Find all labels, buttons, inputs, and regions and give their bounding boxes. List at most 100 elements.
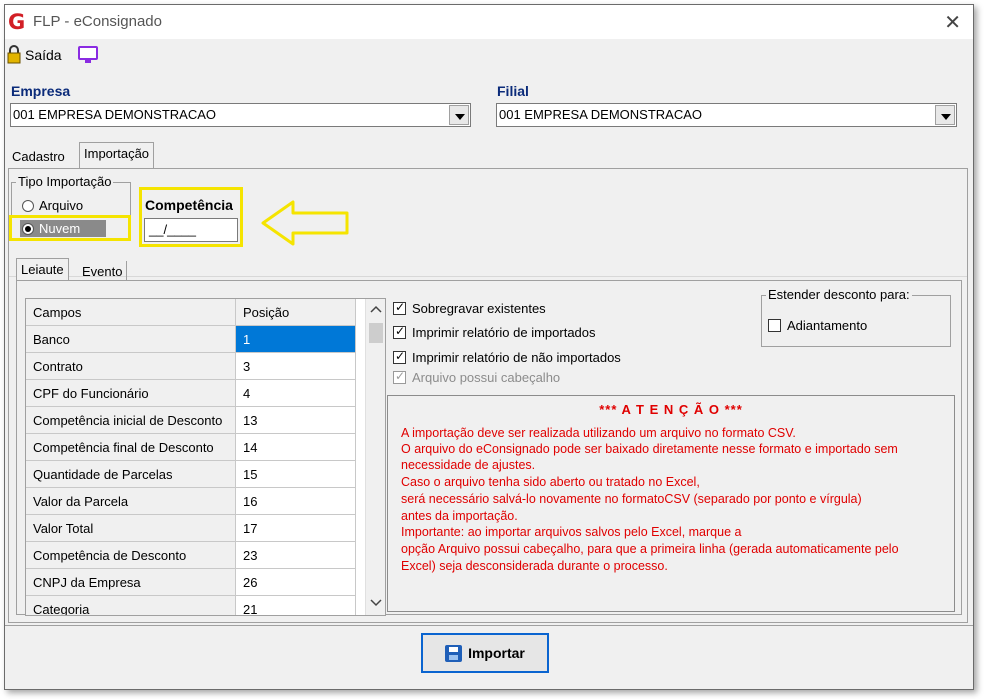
checkbox-label: Arquivo possui cabeçalho: [412, 370, 561, 385]
cell-campo: Categoria: [26, 596, 236, 615]
leiaute-panel: Campos Posição Banco 1 Contrato 3 CPF do…: [16, 280, 962, 616]
checkbox-label: Adiantamento: [787, 318, 868, 333]
cell-campo: CPF do Funcionário: [26, 380, 236, 407]
column-header-posicao[interactable]: Posição: [236, 299, 356, 326]
attention-title: *** A T E N Ç Ã O ***: [599, 402, 743, 417]
import-button-label: Importar: [468, 645, 525, 661]
save-icon: [445, 644, 463, 662]
cell-campo: Valor da Parcela: [26, 488, 236, 515]
table-row[interactable]: Categoria 21: [26, 596, 356, 615]
menu-bar: Saída: [5, 39, 973, 69]
attention-line: Caso o arquivo tenha sido aberto ou trat…: [401, 475, 700, 489]
cell-posicao[interactable]: 23: [236, 542, 356, 569]
import-button[interactable]: Importar: [421, 633, 549, 673]
grid-scrollbar[interactable]: [365, 299, 385, 615]
importacao-panel: Tipo Importação Arquivo Nuvem Competênci…: [8, 168, 968, 623]
filial-label: Filial: [497, 83, 529, 99]
scroll-thumb[interactable]: [369, 323, 383, 343]
tipo-importacao-legend: Tipo Importação: [16, 174, 114, 189]
table-row[interactable]: Valor Total 17: [26, 515, 356, 542]
campos-grid: Campos Posição Banco 1 Contrato 3 CPF do…: [25, 298, 386, 616]
cell-campo: Contrato: [26, 353, 236, 380]
cell-posicao[interactable]: 3: [236, 353, 356, 380]
attention-line: necessidade de ajustes.: [401, 458, 536, 472]
table-row[interactable]: CNPJ da Empresa 26: [26, 569, 356, 596]
cell-campo: Quantidade de Parcelas: [26, 461, 236, 488]
cell-posicao[interactable]: 1: [236, 326, 356, 353]
filial-value: 001 EMPRESA DEMONSTRACAO: [499, 107, 702, 122]
table-row[interactable]: Quantidade de Parcelas 15: [26, 461, 356, 488]
estender-legend: Estender desconto para:: [766, 287, 912, 302]
column-header-campos[interactable]: Campos: [26, 299, 236, 326]
divider: [9, 276, 967, 277]
radio-indicator: [22, 199, 34, 212]
cell-posicao[interactable]: 21: [236, 596, 356, 615]
checkbox-indicator: [393, 369, 406, 384]
cell-campo: Competência inicial de Desconto: [26, 407, 236, 434]
monitor-icon[interactable]: [78, 46, 98, 64]
radio-arquivo-label: Arquivo: [39, 198, 84, 213]
tab-cadastro[interactable]: Cadastro: [8, 146, 69, 168]
checkbox-label: Imprimir relatório de importados: [412, 325, 596, 340]
cell-posicao[interactable]: 17: [236, 515, 356, 542]
checkbox-label: Sobregravar existentes: [412, 301, 546, 316]
checkbox-imprimir-nao-importados[interactable]: Imprimir relatório de não importados: [393, 349, 621, 365]
attention-line: antes da importação.: [401, 509, 518, 523]
filial-select[interactable]: 001 EMPRESA DEMONSTRACAO: [496, 103, 957, 127]
cell-posicao[interactable]: 15: [236, 461, 356, 488]
cell-posicao[interactable]: 14: [236, 434, 356, 461]
table-row[interactable]: Competência inicial de Desconto 13: [26, 407, 356, 434]
chevron-down-icon[interactable]: [449, 105, 469, 125]
table-row[interactable]: Contrato 3: [26, 353, 356, 380]
table-row[interactable]: Valor da Parcela 16: [26, 488, 356, 515]
title-bar: G FLP - eConsignado ✕: [5, 5, 973, 39]
cell-campo: Competência final de Desconto: [26, 434, 236, 461]
close-button[interactable]: ✕: [944, 10, 961, 35]
checkbox-indicator: [393, 324, 406, 339]
checkbox-label: Imprimir relatório de não importados: [412, 350, 621, 365]
attention-line: O arquivo do eConsignado pode ser baixad…: [401, 442, 898, 456]
exit-button[interactable]: Saída: [25, 47, 62, 63]
tab-leiaute[interactable]: Leiaute: [16, 258, 69, 282]
tab-importacao[interactable]: Importação: [79, 142, 155, 169]
table-row[interactable]: CPF do Funcionário 4: [26, 380, 356, 407]
app-logo-icon: G: [8, 10, 26, 34]
chevron-up-icon[interactable]: [370, 305, 382, 313]
cell-campo: Valor Total: [26, 515, 236, 542]
attention-line: opção Arquivo possui cabeçalho, para que…: [401, 542, 899, 556]
cell-posicao[interactable]: 4: [236, 380, 356, 407]
cell-posicao[interactable]: 13: [236, 407, 356, 434]
chevron-down-icon[interactable]: [370, 599, 382, 607]
cell-campo: CNPJ da Empresa: [26, 569, 236, 596]
grid-header: Campos Posição: [26, 299, 356, 326]
radio-arquivo[interactable]: Arquivo: [22, 198, 83, 213]
checkbox-sobregravar[interactable]: Sobregravar existentes: [393, 300, 546, 316]
table-row[interactable]: Banco 1: [26, 326, 356, 353]
cell-posicao[interactable]: 26: [236, 569, 356, 596]
attention-line: A importação deve ser realizada utilizan…: [401, 426, 796, 440]
window-title: FLP - eConsignado: [33, 13, 162, 30]
attention-line: será necessário salvá-lo novamente no fo…: [401, 492, 862, 506]
arrow-left-icon: [261, 200, 349, 246]
checkbox-cabecalho: Arquivo possui cabeçalho: [393, 369, 561, 385]
checkbox-imprimir-importados[interactable]: Imprimir relatório de importados: [393, 324, 596, 340]
lock-icon[interactable]: [7, 44, 21, 64]
checkbox-indicator: [768, 319, 781, 332]
competencia-label: Competência: [145, 197, 233, 213]
estender-group: Estender desconto para: Adiantamento: [761, 287, 951, 347]
table-row[interactable]: Competência final de Desconto 14: [26, 434, 356, 461]
table-row[interactable]: Competência de Desconto 23: [26, 542, 356, 569]
empresa-value: 001 EMPRESA DEMONSTRACAO: [13, 107, 216, 122]
checkbox-indicator: [393, 300, 406, 315]
competencia-input[interactable]: __/____: [144, 218, 238, 242]
chevron-down-icon[interactable]: [935, 105, 955, 125]
cell-posicao[interactable]: 16: [236, 488, 356, 515]
attention-line: Excel) seja desconsiderada durante o pro…: [401, 559, 668, 573]
cell-campo: Banco: [26, 326, 236, 353]
empresa-select[interactable]: 001 EMPRESA DEMONSTRACAO: [10, 103, 471, 127]
checkbox-adiantamento[interactable]: Adiantamento: [768, 318, 867, 333]
cell-campo: Competência de Desconto: [26, 542, 236, 569]
divider: [5, 625, 973, 626]
highlight-box: [9, 215, 131, 241]
empresa-label: Empresa: [11, 83, 71, 99]
